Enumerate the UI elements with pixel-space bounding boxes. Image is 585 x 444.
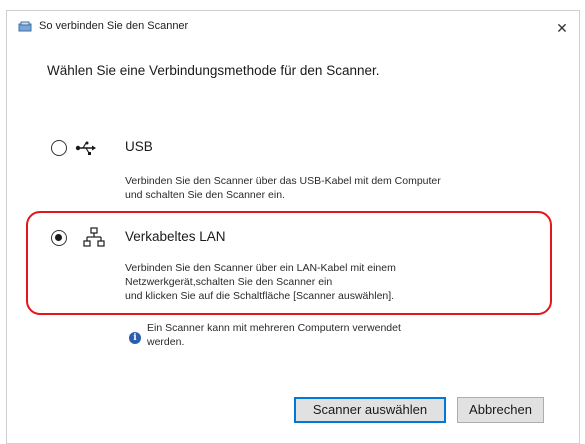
usb-option-description: Verbinden Sie den Scanner über das USB-K…	[125, 175, 441, 201]
info-icon: i	[129, 332, 141, 344]
scanner-connection-dialog: So verbinden Sie den Scanner ✕ Wählen Si…	[6, 10, 580, 444]
lan-radio[interactable]	[51, 230, 67, 246]
lan-option-description: Verbinden Sie den Scanner über ein LAN-K…	[125, 262, 396, 302]
lan-option-label[interactable]: Verkabeltes LAN	[125, 229, 226, 244]
cancel-button[interactable]: Abbrechen	[457, 397, 544, 423]
title-bar: So verbinden Sie den Scanner ✕	[7, 11, 579, 45]
window-title: So verbinden Sie den Scanner	[39, 20, 189, 32]
usb-icon	[75, 141, 96, 155]
close-button[interactable]: ✕	[545, 11, 579, 45]
usb-radio[interactable]	[51, 140, 67, 156]
instruction-text: Wählen Sie eine Verbindungsmethode für d…	[47, 63, 380, 78]
usb-option-label[interactable]: USB	[125, 139, 153, 154]
select-scanner-button[interactable]: Scanner auswählen	[294, 397, 446, 423]
wired-lan-icon	[83, 227, 105, 247]
scanner-app-icon	[18, 21, 32, 32]
info-text: Ein Scanner kann mit mehreren Computern …	[147, 322, 401, 348]
